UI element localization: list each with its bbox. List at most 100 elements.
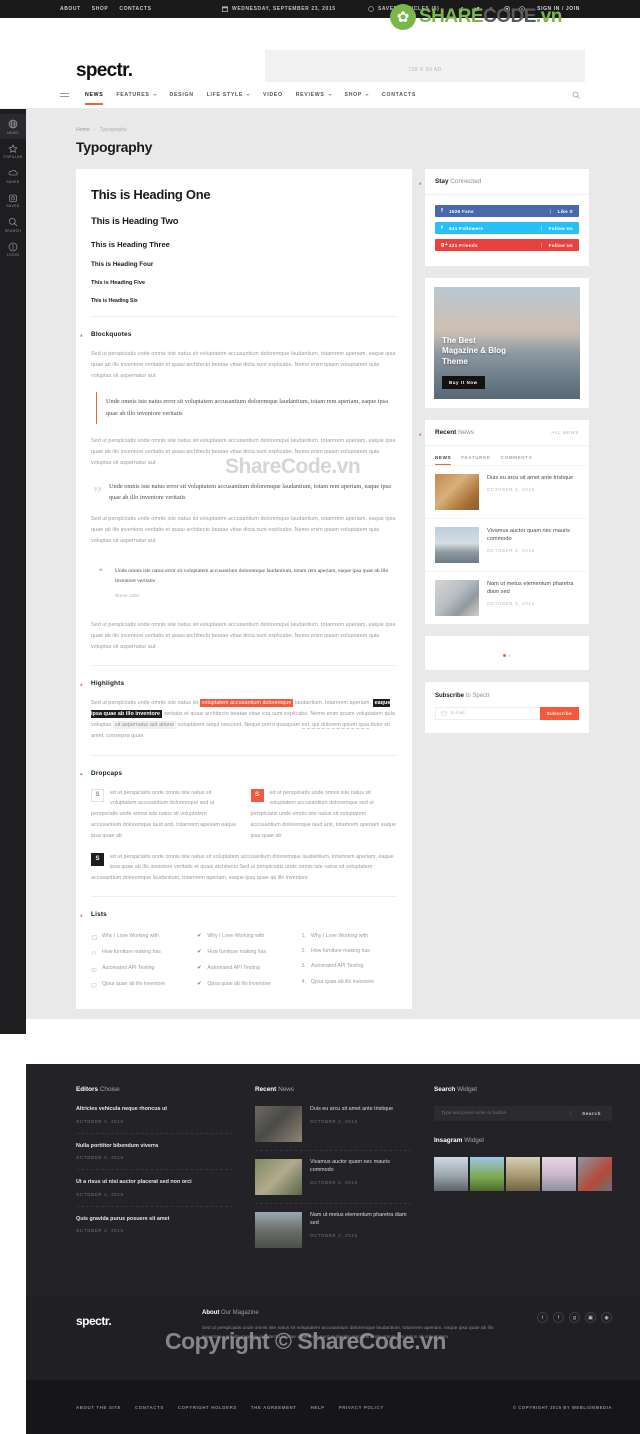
legal-link-about-the-site[interactable]: About The Site bbox=[76, 1405, 121, 1410]
menu-burger-icon[interactable] bbox=[60, 93, 69, 97]
news-title[interactable]: Nam ut metus elementum pharetra diam sed bbox=[487, 580, 579, 596]
instagram-thumb[interactable] bbox=[578, 1157, 612, 1191]
twitter-icon[interactable] bbox=[474, 6, 480, 12]
instagram-icon[interactable] bbox=[504, 6, 510, 12]
google-plus-icon[interactable]: g bbox=[489, 6, 495, 12]
buy-it-now-button[interactable]: Buy It Now bbox=[442, 376, 485, 389]
site-logo[interactable]: spectr. bbox=[76, 60, 133, 82]
search-icon[interactable] bbox=[572, 91, 580, 99]
footer-news-item[interactable]: Nam ut metus elementum pharetra diam sed… bbox=[255, 1212, 412, 1256]
list-item[interactable]: 4. Qpsa quae ab illo inventore bbox=[302, 975, 397, 990]
twitter-icon[interactable]: t bbox=[537, 1312, 548, 1323]
legal-link-privacy-policy[interactable]: Privacy Policy bbox=[339, 1405, 384, 1410]
legal-link-contacts[interactable]: Contacts bbox=[135, 1405, 164, 1410]
instagram-thumb[interactable] bbox=[434, 1157, 468, 1191]
list-item[interactable]: ✔ How furniture making has bbox=[196, 945, 291, 961]
instagram-icon[interactable]: ▣ bbox=[585, 1312, 596, 1323]
topbar-link-contacts[interactable]: Contacts bbox=[119, 6, 151, 12]
list-item[interactable]: Automated API Testing bbox=[91, 961, 186, 977]
google-plus-icon[interactable]: g bbox=[569, 1312, 580, 1323]
footer-news-title[interactable]: Vivamus auctor quam nec mauris commodo bbox=[310, 1159, 412, 1175]
nav-item-shop[interactable]: Shop bbox=[345, 85, 370, 105]
facebook-cta[interactable]: Like It bbox=[549, 208, 573, 214]
tab-featured[interactable]: Featured bbox=[461, 455, 490, 465]
rail-item-login[interactable]: Login bbox=[0, 237, 26, 262]
instagram-thumb[interactable] bbox=[470, 1157, 504, 1191]
footer-editor-title[interactable]: Ut a risus ut nisi auctor placerat sed n… bbox=[76, 1179, 233, 1187]
subscribe-email-input[interactable]: E-mail bbox=[435, 707, 540, 720]
all-news-link[interactable]: All News bbox=[551, 430, 579, 435]
list-item[interactable]: ✔ Automated API Testing bbox=[196, 961, 291, 977]
list-item[interactable]: ✔ Qpsa quae ab illo inventore bbox=[196, 977, 291, 993]
footer-editor-item[interactable]: Ut a risus ut nisi auctor placerat sed n… bbox=[76, 1179, 233, 1207]
footer-logo[interactable]: spectr. bbox=[76, 1314, 112, 1328]
footer-editor-title[interactable]: Quis gravida purus posuere sit amet bbox=[76, 1216, 233, 1224]
topbar-saved[interactable]: Saved Articles (5) bbox=[368, 6, 439, 12]
check-icon: ✔ bbox=[197, 933, 202, 940]
footer-news-item[interactable]: Duis eu arcu sit amet ante tristique Octo… bbox=[255, 1106, 412, 1151]
google-plus-cta[interactable]: Follow Us bbox=[540, 242, 573, 248]
instagram-thumb[interactable] bbox=[506, 1157, 540, 1191]
nav-item-features[interactable]: Features bbox=[116, 85, 157, 105]
nav-item-news[interactable]: News bbox=[85, 85, 104, 105]
signin-join-button[interactable]: Sign In / Join bbox=[537, 6, 580, 12]
rail-item-popular[interactable]: Popular bbox=[0, 139, 26, 164]
rail-item-saved-cloud[interactable]: Saved bbox=[0, 163, 26, 188]
legal-link-the-agreement[interactable]: The Agreement bbox=[251, 1405, 297, 1410]
twitter-cta[interactable]: Follow Us bbox=[540, 225, 573, 231]
list-item[interactable]: 3. Automated API Testing bbox=[302, 959, 397, 974]
social-row-twitter[interactable]: t 541 Followers Follow Us bbox=[435, 222, 579, 234]
facebook-icon[interactable] bbox=[459, 6, 465, 12]
footer-news-date: October 2, 2015 bbox=[310, 1232, 358, 1238]
news-date: October 2, 2015 bbox=[487, 548, 535, 554]
footer-news-title[interactable]: Duis eu arcu sit amet ante tristique bbox=[310, 1106, 393, 1114]
list-item[interactable]: ✔ Why I Love Working with bbox=[196, 929, 291, 945]
rss-icon[interactable]: ◉ bbox=[601, 1312, 612, 1323]
facebook-icon[interactable]: f bbox=[553, 1312, 564, 1323]
nav-item-video[interactable]: Video bbox=[263, 85, 283, 105]
rail-item-saved-clock[interactable]: Saved bbox=[0, 188, 26, 213]
subscribe-button[interactable]: Subscribe bbox=[539, 707, 579, 720]
facebook-icon: f bbox=[441, 208, 444, 214]
widget-promo-banner[interactable]: The Best Magazine & Blog Theme Buy It Now bbox=[425, 278, 589, 408]
news-list-item[interactable]: Duis eu arcu sit amet ante tristique Oct… bbox=[425, 465, 589, 518]
news-list-item[interactable]: Vivamus auctor quam nec mauris commodo O… bbox=[425, 518, 589, 571]
list-item[interactable]: Qpsa quae ab illo inventore bbox=[91, 977, 186, 993]
footer-editor-title[interactable]: Altricies vehicula neque rhoncus ut bbox=[76, 1106, 233, 1114]
nav-item-reviews[interactable]: Reviews bbox=[296, 85, 332, 105]
tab-comments[interactable]: Comments bbox=[501, 455, 533, 465]
footer-editor-item[interactable]: Quis gravida purus posuere sit amet Octob… bbox=[76, 1216, 233, 1243]
rail-item-search[interactable]: Search bbox=[0, 212, 26, 237]
social-row-google-plus[interactable]: g+ 421 Friends Follow Us bbox=[435, 239, 579, 251]
social-row-facebook[interactable]: f 1526 Fans Like It bbox=[435, 205, 579, 217]
topbar-link-about[interactable]: About bbox=[60, 6, 81, 12]
carousel-pager[interactable]: 0 bbox=[425, 636, 589, 670]
footer-legal-bar: About The Site Contacts Copyright Holder… bbox=[26, 1380, 640, 1434]
news-title[interactable]: Duis eu arcu sit amet ante tristique bbox=[487, 474, 573, 482]
list-item[interactable]: 2. How furniture making has bbox=[302, 944, 397, 959]
breadcrumb-home[interactable]: Home bbox=[76, 127, 90, 133]
legal-link-help[interactable]: Help bbox=[311, 1405, 325, 1410]
list-item[interactable]: 1. Why I Love Working with bbox=[302, 929, 397, 944]
news-list-item[interactable]: Nam ut metus elementum pharetra diam sed… bbox=[425, 571, 589, 624]
nav-item-life-style[interactable]: Life Style bbox=[207, 85, 251, 105]
instagram-thumb[interactable] bbox=[542, 1157, 576, 1191]
footer-news-item[interactable]: Vivamus auctor quam nec mauris commodo Oc… bbox=[255, 1159, 412, 1204]
footer-editor-item[interactable]: Nulla porttitor bibendum viverra October … bbox=[76, 1143, 233, 1171]
topbar-link-shop[interactable]: Shop bbox=[92, 6, 109, 12]
legal-link-copyright-holders[interactable]: Copyright Holders bbox=[178, 1405, 237, 1410]
list-item[interactable]: Why I Love Working with bbox=[91, 929, 186, 945]
rss-icon[interactable] bbox=[519, 6, 525, 12]
list-item[interactable]: How furniture making has bbox=[91, 945, 186, 961]
pager-dot-active[interactable] bbox=[503, 654, 507, 657]
footer-news-title[interactable]: Nam ut metus elementum pharetra diam sed bbox=[310, 1212, 412, 1228]
tab-news[interactable]: News bbox=[435, 455, 452, 465]
footer-search-button[interactable]: Search bbox=[570, 1111, 612, 1116]
footer-editor-title[interactable]: Nulla porttitor bibendum viverra bbox=[76, 1143, 233, 1151]
footer-search-input[interactable]: Type and press enter or button bbox=[434, 1111, 570, 1116]
footer-editor-item[interactable]: Altricies vehicula neque rhoncus ut Octob… bbox=[76, 1106, 233, 1134]
news-title[interactable]: Vivamus auctor quam nec mauris commodo bbox=[487, 527, 579, 543]
nav-item-design[interactable]: Design bbox=[170, 85, 194, 105]
nav-item-contacts[interactable]: Contacts bbox=[382, 85, 416, 105]
rail-item-news[interactable]: News bbox=[0, 114, 26, 139]
